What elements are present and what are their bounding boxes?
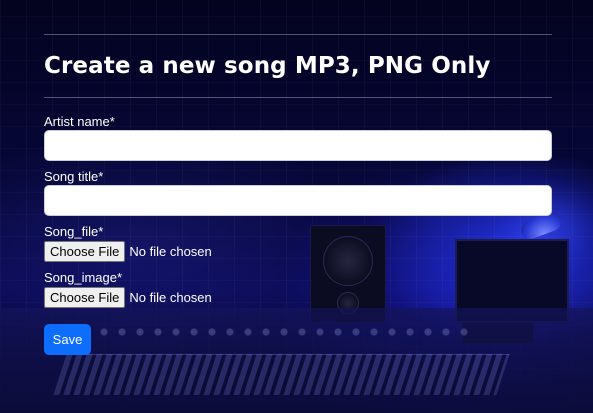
title-divider [44, 97, 552, 98]
save-button[interactable]: Save [44, 324, 91, 355]
create-song-form-container: Create a new song MP3, PNG Only Artist n… [44, 34, 552, 355]
song-image-picker: Choose File No file chosen [44, 286, 552, 308]
song-file-label: Song_file* [44, 224, 104, 239]
page-title: Create a new song MP3, PNG Only [44, 53, 491, 79]
song-image-label: Song_image* [44, 270, 123, 285]
artist-name-field: Artist name* [44, 114, 552, 161]
artist-name-label: Artist name* [44, 114, 115, 129]
song-title-field: Song title* [44, 169, 552, 216]
song-file-picker: Choose File No file chosen [44, 240, 552, 262]
background-keyboard [53, 354, 510, 395]
song-image-field: Song_image* Choose File No file chosen [44, 270, 552, 308]
song-image-status: No file chosen [129, 289, 212, 305]
song-file-field: Song_file* Choose File No file chosen [44, 224, 552, 262]
song-title-label: Song title* [44, 169, 104, 184]
top-divider [44, 34, 552, 35]
song-title-input[interactable] [44, 185, 552, 216]
create-song-form: Artist name* Song title* Song_file* Choo… [44, 114, 552, 355]
song-file-choose-button[interactable]: Choose File [44, 240, 126, 262]
artist-name-input[interactable] [44, 130, 552, 161]
song-file-status: No file chosen [129, 243, 212, 259]
song-image-choose-button[interactable]: Choose File [44, 286, 126, 308]
